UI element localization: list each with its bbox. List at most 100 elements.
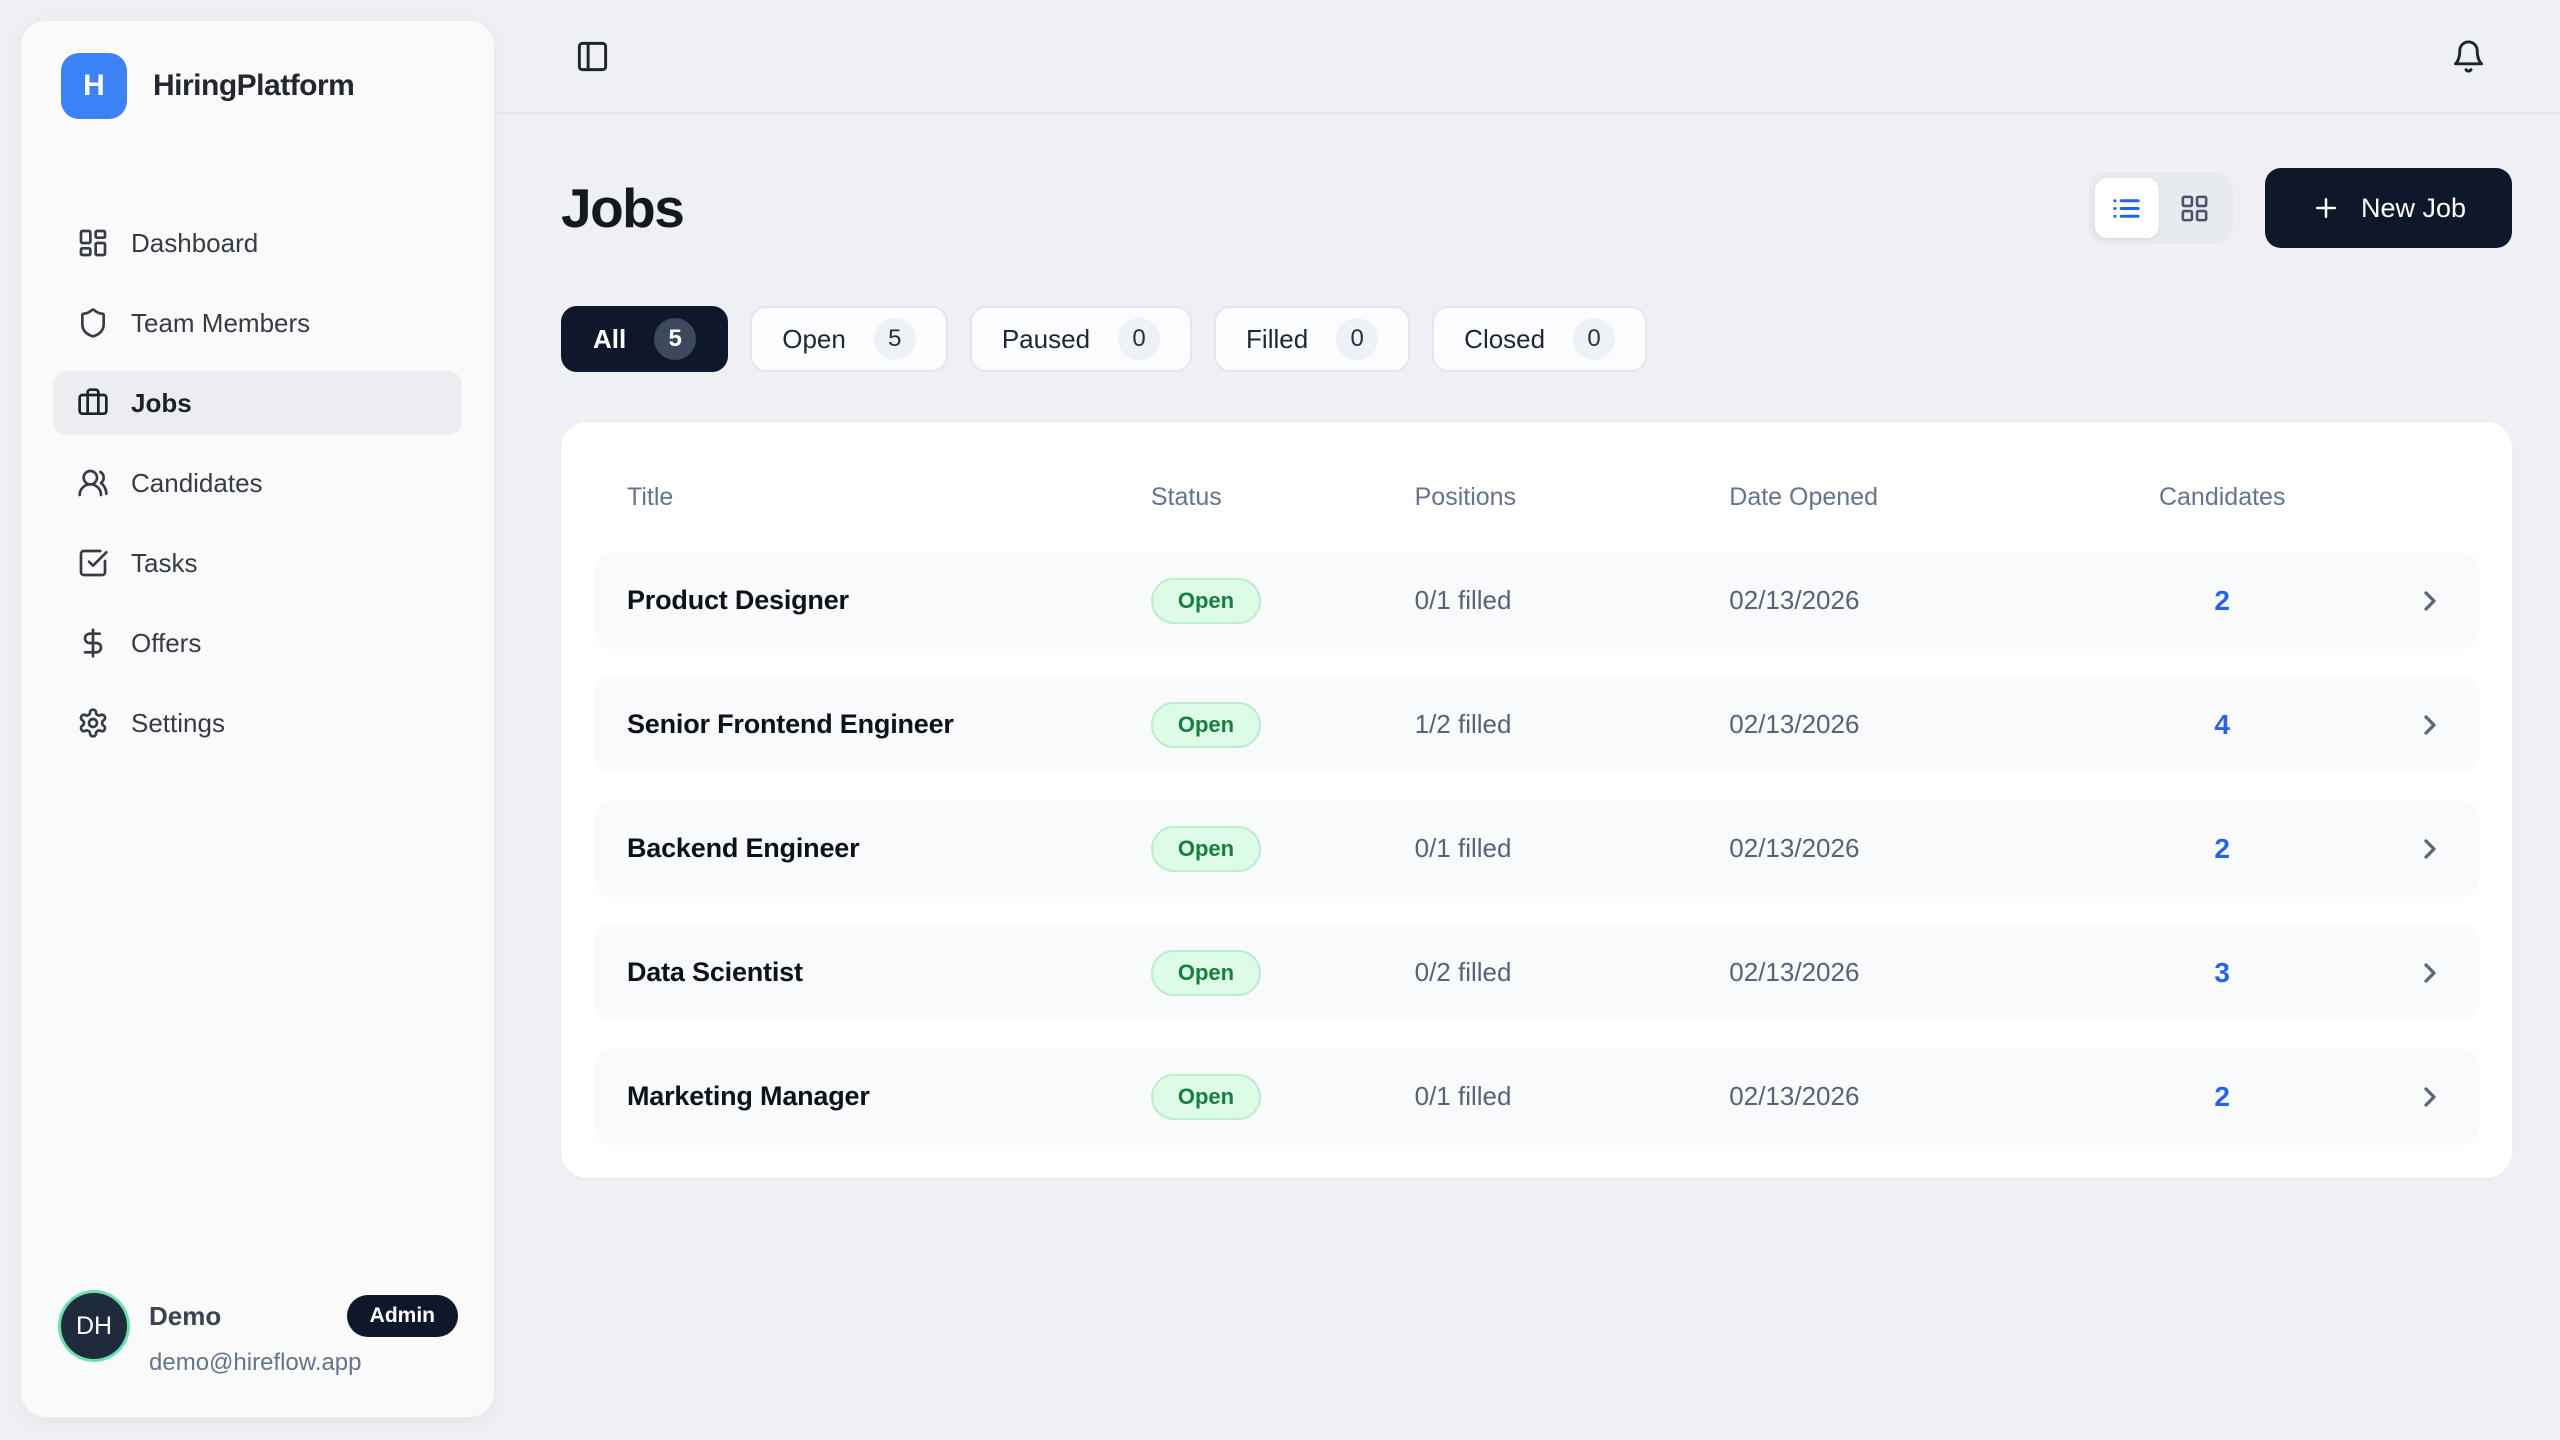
filter-label: Filled (1246, 324, 1308, 355)
sidebar-item-tasks[interactable]: Tasks (53, 531, 462, 595)
filter-tab-open[interactable]: Open5 (750, 306, 948, 372)
sidebar-item-label: Tasks (131, 548, 197, 579)
column-header-status: Status (1151, 483, 1415, 512)
candidates-count[interactable]: 3 (2129, 957, 2315, 989)
filter-count: 5 (654, 318, 696, 360)
positions-filled: 0/1 filled (1415, 833, 1730, 864)
role-badge: Admin (347, 1295, 458, 1337)
sidebar-item-dashboard[interactable]: Dashboard (53, 211, 462, 275)
user-meta: Demo Admin demo@hireflow.app (149, 1293, 458, 1377)
column-header-date-opened: Date Opened (1729, 483, 2129, 512)
sidebar: H HiringPlatform Dashboard Team Members Jo… (20, 20, 495, 1418)
chevron-right-icon (2414, 709, 2446, 741)
job-title: Backend Engineer (627, 833, 1151, 864)
user-card[interactable]: DH Demo Admin demo@hireflow.app (53, 1287, 462, 1385)
chevron-right-icon (2414, 833, 2446, 865)
list-icon (2111, 193, 2142, 224)
page-title: Jobs (561, 176, 683, 240)
user-name: Demo (149, 1301, 221, 1332)
job-title: Marketing Manager (627, 1081, 1151, 1112)
table-row[interactable]: Product DesignerOpen0/1 filled02/13/2026… (594, 552, 2479, 649)
column-header-positions: Positions (1415, 483, 1730, 512)
gear-icon (77, 707, 109, 739)
view-toggle (2089, 172, 2233, 244)
new-job-label: New Job (2361, 193, 2466, 224)
column-header-candidates: Candidates (2129, 483, 2315, 512)
list-view-button[interactable] (2095, 178, 2159, 238)
table-row[interactable]: Backend EngineerOpen 0/1 filled02/13/2026… (594, 800, 2479, 897)
grid-view-button[interactable] (2163, 178, 2227, 238)
chevron-right-icon (2414, 1081, 2446, 1113)
candidates-count[interactable]: 2 (2129, 585, 2315, 617)
row-open-control[interactable] (2315, 585, 2446, 617)
status-filter-tabs: All 5 Open5 Paused 0 Filled 0 Closed 0 (561, 306, 2512, 372)
filter-tab-closed[interactable]: Closed 0 (1432, 306, 1647, 372)
status-badge: Open (1151, 950, 1261, 996)
square-check-icon (77, 547, 109, 579)
date-opened: 02/13/2026 (1729, 709, 2129, 740)
job-title: Product Designer (627, 585, 1151, 616)
new-job-button[interactable]: New Job (2265, 168, 2512, 248)
filter-label: Paused (1002, 324, 1090, 355)
sidebar-item-candidates[interactable]: Candidates (53, 451, 462, 515)
sidebar-item-offers[interactable]: Offers (53, 611, 462, 675)
status-badge: Open (1151, 1074, 1261, 1120)
head-actions: New Job (2089, 168, 2512, 248)
avatar: DH (61, 1293, 127, 1359)
filter-label: All (593, 324, 626, 355)
filter-label: Open (782, 324, 846, 355)
candidates-count[interactable]: 2 (2129, 1081, 2315, 1113)
shield-icon (77, 307, 109, 339)
filter-count: 0 (1573, 318, 1615, 360)
sidebar-item-settings[interactable]: Settings (53, 691, 462, 755)
sidebar-item-jobs[interactable]: Jobs (53, 371, 462, 435)
candidates-count[interactable]: 4 (2129, 709, 2315, 741)
sidebar-toggle-button[interactable] (575, 39, 610, 74)
filter-label: Closed (1464, 324, 1545, 355)
sidebar-nav: Dashboard Team Members Jobs Candidates Tasks… (53, 211, 462, 755)
filter-tab-paused[interactable]: Paused 0 (970, 306, 1192, 372)
row-open-control[interactable] (2315, 709, 2446, 741)
sidebar-item-label: Candidates (131, 468, 263, 499)
topbar (495, 0, 2560, 114)
table-row[interactable]: Data ScientistOpen0/2 filled02/13/20263 (594, 924, 2479, 1021)
filter-count: 0 (1336, 318, 1378, 360)
date-opened: 02/13/2026 (1729, 585, 2129, 616)
briefcase-icon (77, 387, 109, 419)
filter-tab-all[interactable]: All 5 (561, 306, 728, 372)
job-title: Senior Frontend Engineer (627, 709, 1151, 740)
table-row[interactable]: Marketing ManagerOpen 0/1 filled02/13/202… (594, 1048, 2479, 1145)
user-email: demo@hireflow.app (149, 1349, 458, 1377)
layout-dashboard-icon (77, 227, 109, 259)
filter-count: 0 (1118, 318, 1160, 360)
notifications-button[interactable] (2451, 39, 2486, 74)
row-open-control[interactable] (2315, 1081, 2446, 1113)
row-open-control[interactable] (2315, 957, 2446, 989)
layout-grid-icon (2179, 193, 2210, 224)
sidebar-item-label: Settings (131, 708, 225, 739)
brand-name: HiringPlatform (153, 69, 354, 103)
bell-icon (2451, 39, 2486, 74)
column-header-title: Title (627, 483, 1151, 512)
page-head: Jobs New Job (561, 168, 2512, 248)
status-badge: Open (1151, 826, 1261, 872)
sidebar-item-label: Offers (131, 628, 201, 659)
positions-filled: 1/2 filled (1415, 709, 1730, 740)
positions-filled: 0/1 filled (1415, 585, 1730, 616)
chevron-right-icon (2414, 957, 2446, 989)
positions-filled: 0/1 filled (1415, 1081, 1730, 1112)
sidebar-item-team-members[interactable]: Team Members (53, 291, 462, 355)
sidebar-item-label: Dashboard (131, 228, 258, 259)
candidates-count[interactable]: 2 (2129, 833, 2315, 865)
brand: H HiringPlatform (53, 53, 462, 119)
sidebar-item-label: Jobs (131, 388, 192, 419)
users-icon (77, 467, 109, 499)
filter-tab-filled[interactable]: Filled 0 (1214, 306, 1410, 372)
job-title: Data Scientist (627, 957, 1151, 988)
main-area: Jobs New Job All5Open5Paused0Filled0Clos… (495, 0, 2560, 1440)
row-open-control[interactable] (2315, 833, 2446, 865)
date-opened: 02/13/2026 (1729, 833, 2129, 864)
table-row[interactable]: Senior Frontend EngineerOpen1/2 filled02… (594, 676, 2479, 773)
date-opened: 02/13/2026 (1729, 1081, 2129, 1112)
date-opened: 02/13/2026 (1729, 957, 2129, 988)
